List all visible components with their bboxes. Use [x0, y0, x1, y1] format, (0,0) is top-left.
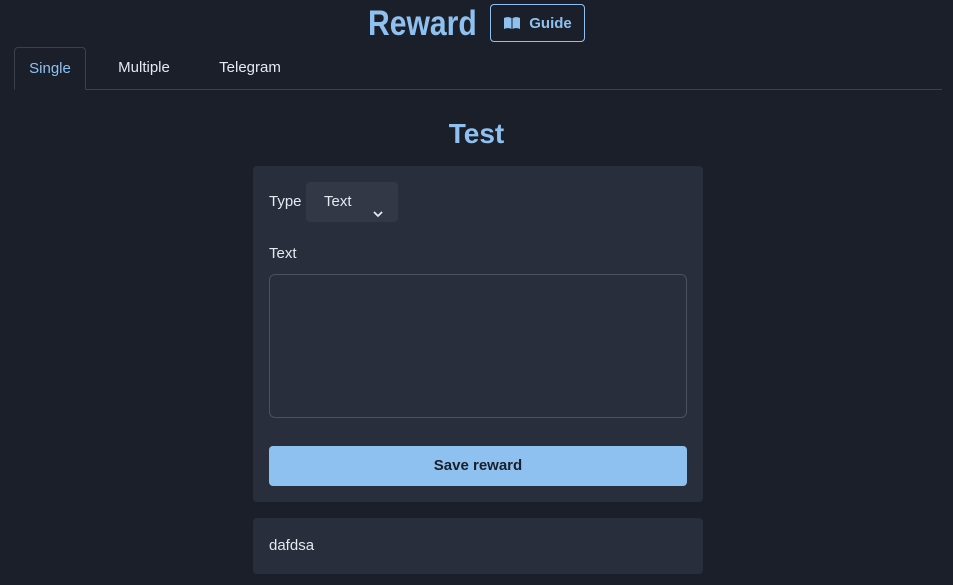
- section-title: Test: [448, 118, 505, 149]
- list-item-text: dafdsa: [269, 537, 315, 554]
- page-title: Reward: [368, 4, 477, 43]
- type-label: Type: [269, 193, 302, 210]
- tab-telegram[interactable]: Telegram: [208, 47, 292, 89]
- reward-form-card: Type Text Text Save reward: [253, 166, 703, 502]
- guide-button[interactable]: Guide: [490, 4, 585, 42]
- tab-bar: Single Multiple Telegram: [14, 47, 942, 90]
- save-reward-button[interactable]: Save reward: [269, 446, 687, 486]
- page-header: Reward Guide: [0, 0, 953, 48]
- type-select-value: Text: [324, 193, 352, 210]
- chevron-down-icon: [372, 196, 384, 236]
- type-select[interactable]: Text: [306, 182, 398, 222]
- text-input[interactable]: [269, 274, 687, 418]
- guide-button-label: Guide: [529, 14, 572, 32]
- list-item[interactable]: dafdsa: [253, 518, 703, 574]
- tab-multiple[interactable]: Multiple: [104, 47, 184, 89]
- book-open-icon: [503, 16, 521, 30]
- text-label: Text: [269, 245, 297, 262]
- tab-single[interactable]: Single: [14, 47, 86, 90]
